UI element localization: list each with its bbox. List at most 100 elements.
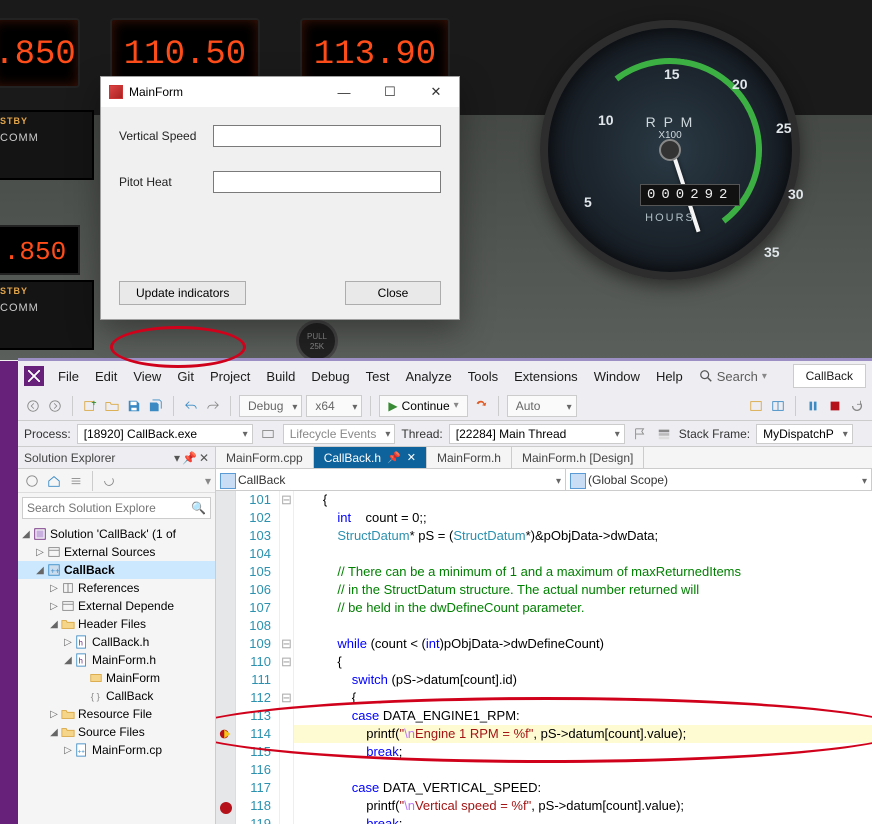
- continue-button[interactable]: ▶ Continue ▾: [379, 395, 467, 417]
- nav-scope-left[interactable]: CallBack: [216, 469, 566, 490]
- stackframe-combo[interactable]: MyDispatchP: [756, 424, 853, 444]
- visual-studio-window: FileEditViewGitProjectBuildDebugTestAnal…: [18, 358, 872, 824]
- search-icon: [699, 369, 713, 383]
- tree-item[interactable]: ▷External Depende: [18, 597, 215, 615]
- auto-combo[interactable]: Auto: [507, 395, 577, 417]
- close-button[interactable]: Close: [345, 281, 441, 305]
- se-refresh-icon[interactable]: [99, 472, 119, 490]
- tree-item[interactable]: ▷hCallBack.h: [18, 633, 215, 651]
- menu-help[interactable]: Help: [648, 369, 691, 384]
- mainform-window[interactable]: MainForm — ☐ ✕ Vertical Speed Pitot Heat…: [100, 76, 460, 320]
- fld-icon: [60, 616, 76, 632]
- radio-block-1: STBY COMM: [0, 110, 94, 180]
- update-indicators-button[interactable]: Update indicators: [119, 281, 246, 305]
- hot-reload-icon[interactable]: [472, 397, 490, 415]
- solution-root[interactable]: ◢ Solution 'CallBack' (1 of: [18, 525, 215, 543]
- solution-explorer-toolbar: ▾: [18, 469, 215, 493]
- dropdown-icon[interactable]: ▾: [174, 451, 180, 465]
- tree-item[interactable]: ◢hMainForm.h: [18, 651, 215, 669]
- rpm-gauge: 5 10 15 20 25 30 35 R P M X100 000292 HO…: [540, 20, 800, 280]
- digital-readout-1: .850: [0, 18, 80, 88]
- menu-project[interactable]: Project: [202, 369, 258, 384]
- menu-test[interactable]: Test: [358, 369, 398, 384]
- flag-icon[interactable]: [631, 425, 649, 443]
- maximize-button[interactable]: ☐: [367, 77, 413, 107]
- vs-profile[interactable]: CallBack: [793, 364, 866, 388]
- vs-menubar: FileEditViewGitProjectBuildDebugTestAnal…: [18, 361, 872, 391]
- solution-search-input[interactable]: [23, 501, 187, 515]
- solution-explorer: Solution Explorer ▾ 📌 ✕ ▾ 🔍: [18, 447, 216, 824]
- menu-tools[interactable]: Tools: [460, 369, 506, 384]
- breakpoint-icon[interactable]: [220, 802, 232, 814]
- ref-icon: [60, 580, 76, 596]
- menu-edit[interactable]: Edit: [87, 369, 125, 384]
- menu-window[interactable]: Window: [586, 369, 648, 384]
- search-icon[interactable]: 🔍: [187, 501, 210, 515]
- nav-back-icon[interactable]: [24, 397, 42, 415]
- tab-mainform-cpp[interactable]: MainForm.cpp: [216, 447, 314, 468]
- window-close-button[interactable]: ✕: [413, 77, 459, 107]
- menu-extensions[interactable]: Extensions: [506, 369, 586, 384]
- cls-icon: [88, 670, 104, 686]
- lifecycle-combo[interactable]: Lifecycle Events: [283, 424, 396, 444]
- ns-icon: { }: [88, 688, 104, 704]
- vertical-speed-input[interactable]: [213, 125, 441, 147]
- pitot-heat-input[interactable]: [213, 171, 441, 193]
- pin-icon[interactable]: 📌: [182, 451, 197, 465]
- menu-view[interactable]: View: [125, 369, 169, 384]
- tree-item[interactable]: ▷References: [18, 579, 215, 597]
- solution-explorer-header[interactable]: Solution Explorer ▾ 📌 ✕: [18, 447, 215, 469]
- tree-item[interactable]: ◢++CallBack: [18, 561, 215, 579]
- switch-view-icon[interactable]: [66, 472, 86, 490]
- process-combo[interactable]: [18920] CallBack.exe: [77, 424, 253, 444]
- lifecycle-icon[interactable]: [259, 425, 277, 443]
- nav-fwd-icon[interactable]: [46, 397, 64, 415]
- se-home-icon[interactable]: [44, 472, 64, 490]
- tab-callback-h[interactable]: CallBack.h📌✕: [314, 447, 427, 468]
- open-icon[interactable]: [103, 397, 121, 415]
- tab-mainform-h[interactable]: MainForm.h: [427, 447, 512, 468]
- stack-icon[interactable]: [655, 425, 673, 443]
- tree-item[interactable]: ▷++MainForm.cp: [18, 741, 215, 759]
- menu-build[interactable]: Build: [258, 369, 303, 384]
- platform-combo[interactable]: x64: [306, 395, 362, 417]
- solution-search[interactable]: 🔍: [22, 497, 211, 519]
- tree-item[interactable]: ◢Header Files: [18, 615, 215, 633]
- close-panel-icon[interactable]: ✕: [199, 451, 209, 465]
- tree-item[interactable]: ▷Resource File: [18, 705, 215, 723]
- pause-icon[interactable]: [804, 397, 822, 415]
- mainform-titlebar[interactable]: MainForm — ☐ ✕: [101, 77, 459, 107]
- pitot-heat-label: Pitot Heat: [119, 175, 213, 189]
- nav-scope-right[interactable]: (Global Scope): [566, 469, 872, 490]
- restart-icon[interactable]: [848, 397, 866, 415]
- ext-icon: [60, 598, 76, 614]
- fld-icon: [60, 706, 76, 722]
- tree-item[interactable]: ◢Source Files: [18, 723, 215, 741]
- h-icon: h: [74, 652, 90, 668]
- pull-knob[interactable]: PULL25K: [296, 320, 338, 362]
- stop-icon[interactable]: [826, 397, 844, 415]
- menu-debug[interactable]: Debug: [303, 369, 357, 384]
- menu-git[interactable]: Git: [169, 369, 202, 384]
- redo-icon[interactable]: [204, 397, 222, 415]
- mainform-icon: [109, 85, 123, 99]
- toolbox-2-icon[interactable]: [769, 397, 787, 415]
- tab-mainform-h-design-[interactable]: MainForm.h [Design]: [512, 447, 644, 468]
- vs-search[interactable]: Search ▾: [699, 369, 767, 384]
- tree-item[interactable]: ▷External Sources: [18, 543, 215, 561]
- undo-icon[interactable]: [182, 397, 200, 415]
- home-icon[interactable]: [22, 472, 42, 490]
- save-icon[interactable]: [125, 397, 143, 415]
- tree-item[interactable]: MainForm: [18, 669, 215, 687]
- toolbox-1-icon[interactable]: [747, 397, 765, 415]
- code-area[interactable]: 1011021031041051061071081091101111121131…: [216, 491, 872, 824]
- config-combo[interactable]: Debug: [239, 395, 302, 417]
- minimize-button[interactable]: —: [321, 77, 367, 107]
- new-item-icon[interactable]: [81, 397, 99, 415]
- thread-combo[interactable]: [22284] Main Thread: [449, 424, 625, 444]
- current-line-icon: [219, 727, 233, 741]
- menu-analyze[interactable]: Analyze: [397, 369, 459, 384]
- menu-file[interactable]: File: [50, 369, 87, 384]
- tree-item[interactable]: { }CallBack: [18, 687, 215, 705]
- save-all-icon[interactable]: [147, 397, 165, 415]
